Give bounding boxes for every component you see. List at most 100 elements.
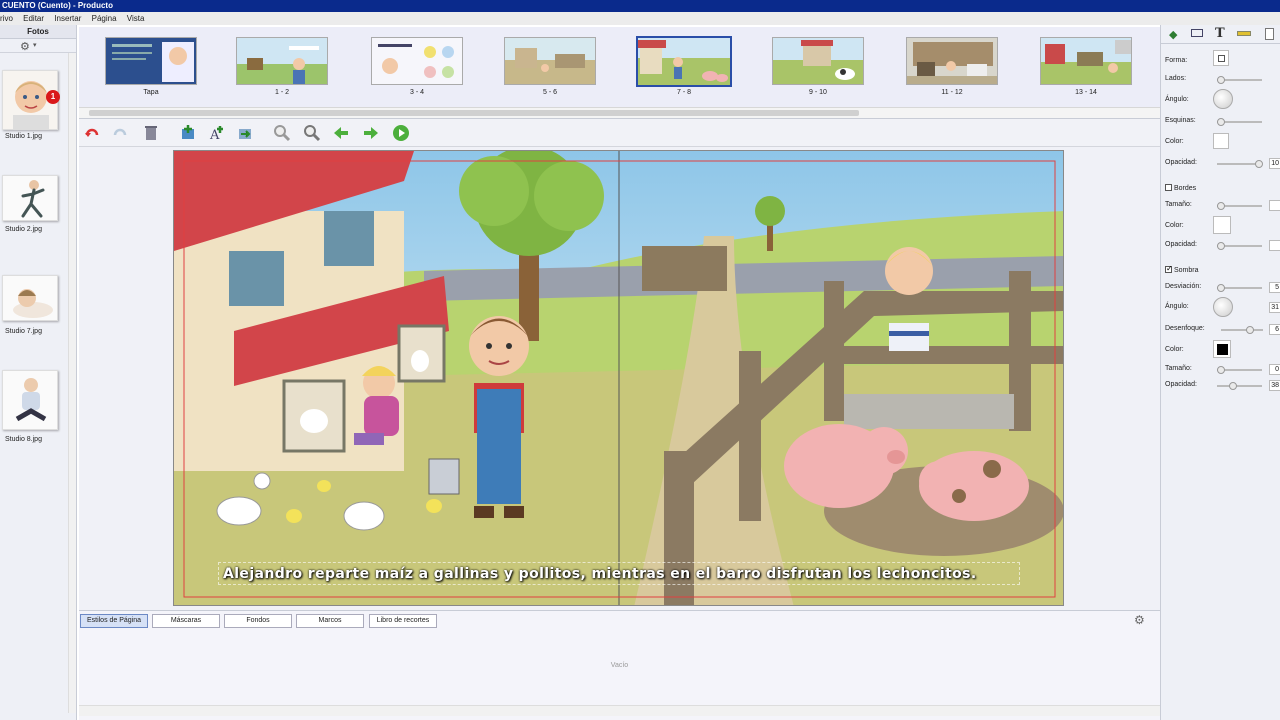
page-thumb-3-4[interactable] [371, 37, 463, 85]
scroll-thumb[interactable] [89, 110, 859, 116]
tamano-slider[interactable] [1217, 202, 1262, 210]
page-label-tapa: Tapa [143, 89, 159, 96]
desviacion-label: Desviación: [1165, 283, 1202, 290]
tab-marcos[interactable]: Marcos [296, 614, 364, 628]
opacidad3-value[interactable]: 38 [1269, 380, 1280, 391]
paint-icon[interactable]: ◆ [1169, 28, 1177, 41]
photos-scrollbar[interactable] [68, 53, 76, 713]
page-thumb-13-14[interactable] [1040, 37, 1132, 85]
opacidad3-label: Opacidad: [1165, 381, 1197, 388]
tamano-label: Tamaño: [1165, 201, 1192, 208]
page-spread-canvas[interactable]: Alejandro reparte maíz a gallinas y poll… [173, 150, 1064, 606]
angulo2-value[interactable]: 31 [1269, 302, 1280, 313]
menu-editar[interactable]: Editar [23, 12, 44, 25]
empty-state-text: Vacío [610, 662, 629, 669]
gear-icon[interactable]: ⚙ [1134, 613, 1145, 627]
arrow-right-icon[interactable] [362, 124, 380, 142]
sombra-checkbox[interactable]: Sombra [1165, 264, 1199, 274]
bordes-label: Bordes [1174, 185, 1197, 192]
page-label-9-10: 9 - 10 [809, 89, 827, 96]
opacidad-slider[interactable] [1217, 160, 1263, 168]
page-caption-text[interactable]: Alejandro reparte maíz a gallinas y poll… [218, 562, 1020, 585]
angulo-dial[interactable] [1213, 89, 1233, 109]
tamano2-slider[interactable] [1217, 366, 1262, 374]
desviacion-slider[interactable] [1217, 284, 1262, 292]
text-icon[interactable]: T [1215, 26, 1225, 41]
menu-pagina[interactable]: Página [92, 12, 117, 25]
photo-4-image [3, 371, 57, 429]
sombra-label: Sombra [1174, 267, 1199, 274]
angulo-label: Ángulo: [1165, 96, 1189, 103]
photo-3-image [3, 276, 57, 320]
page-label-13-14: 13 - 14 [1075, 89, 1097, 96]
opacidad2-value[interactable] [1269, 240, 1280, 251]
gear-icon[interactable]: ⚙ [20, 40, 30, 53]
opacidad-value[interactable]: 10 [1269, 158, 1280, 169]
bottom-scrollbar[interactable] [79, 705, 1160, 716]
add-page-icon[interactable] [179, 124, 197, 142]
bordes-checkbox[interactable]: Bordes [1165, 184, 1196, 192]
ruler-icon[interactable] [1237, 31, 1251, 36]
opacidad-label: Opacidad: [1165, 159, 1197, 166]
desenfoque-slider[interactable] [1221, 326, 1263, 334]
color-swatch[interactable] [1213, 133, 1229, 149]
add-text-icon[interactable]: A [208, 124, 226, 143]
page-label-5-6: 5 - 6 [542, 89, 557, 96]
photo-count-badge: 1 [46, 90, 60, 104]
tamano-value[interactable] [1269, 200, 1280, 211]
play-icon[interactable] [392, 124, 410, 142]
menu-archivo[interactable]: rivo [0, 12, 13, 25]
opacidad2-label: Opacidad: [1165, 241, 1197, 248]
tab-libro-de-recortes[interactable]: Libro de recortes [369, 614, 437, 628]
zoom-in-icon[interactable] [303, 124, 321, 142]
page-editor: Alejandro reparte maíz a gallinas y poll… [79, 147, 1160, 610]
page-thumb-5-6[interactable] [504, 37, 596, 85]
photo-thumb-4[interactable] [2, 370, 58, 430]
border-color-swatch[interactable] [1213, 216, 1231, 234]
esquinas-slider[interactable] [1217, 118, 1262, 126]
photos-header: Fotos [0, 25, 76, 39]
properties-tabs: ◆ T [1161, 25, 1280, 44]
redo-icon[interactable] [111, 124, 129, 142]
photo-3-label: Studio 7.jpg [5, 328, 42, 335]
chevron-down-icon[interactable]: ▾ [33, 41, 37, 49]
menu-insertar[interactable]: Insertar [54, 12, 81, 25]
menu-vista[interactable]: Vista [127, 12, 145, 25]
lados-slider[interactable] [1217, 76, 1262, 84]
photo-thumb-3[interactable] [2, 275, 58, 321]
tab-fondos[interactable]: Fondos [224, 614, 292, 628]
replace-page-icon[interactable] [236, 124, 254, 142]
editor-toolbar: A [79, 119, 1160, 147]
trash-icon[interactable] [142, 124, 160, 142]
zoom-out-icon[interactable] [273, 124, 291, 142]
page-icon[interactable] [1265, 28, 1274, 40]
tab-mascaras[interactable]: Máscaras [152, 614, 220, 628]
esquinas-label: Esquinas: [1165, 117, 1196, 124]
shape-selector[interactable] [1213, 50, 1229, 66]
undo-icon[interactable] [83, 124, 101, 142]
desviacion-value[interactable]: 5 [1269, 282, 1280, 293]
tamano2-value[interactable]: 0 [1269, 364, 1280, 375]
desenfoque-label: Desenfoque: [1165, 325, 1205, 332]
page-thumb-tapa[interactable] [105, 37, 197, 85]
opacidad2-slider[interactable] [1217, 242, 1262, 250]
shadow-color-swatch[interactable] [1213, 340, 1231, 358]
photos-toolbar: ⚙ ▾ [0, 39, 76, 53]
desenfoque-value[interactable]: 6 [1269, 324, 1280, 335]
page-thumb-11-12[interactable] [906, 37, 998, 85]
color-label: Color: [1165, 138, 1184, 145]
tab-estilos-de-pagina[interactable]: Estilos de Página [80, 614, 148, 628]
page-thumb-1-2[interactable] [236, 37, 328, 85]
photos-panel: Fotos ⚙ ▾ 1 Studio 1.jpg Studio 2.jpg St… [0, 25, 77, 720]
shadow-angulo-dial[interactable] [1213, 297, 1233, 317]
opacidad3-slider[interactable] [1217, 382, 1262, 390]
tamano2-label: Tamaño: [1165, 365, 1192, 372]
frame-icon[interactable] [1191, 29, 1203, 37]
photo-thumb-2[interactable] [2, 175, 58, 221]
page-thumb-7-8[interactable] [636, 36, 732, 87]
window-title: CUENTO (Cuento) - Producto [0, 0, 1280, 12]
page-thumb-9-10[interactable] [772, 37, 864, 85]
page-strip-scrollbar[interactable] [79, 107, 1160, 118]
arrow-left-icon[interactable] [332, 124, 350, 142]
forma-label: Forma: [1165, 57, 1188, 64]
